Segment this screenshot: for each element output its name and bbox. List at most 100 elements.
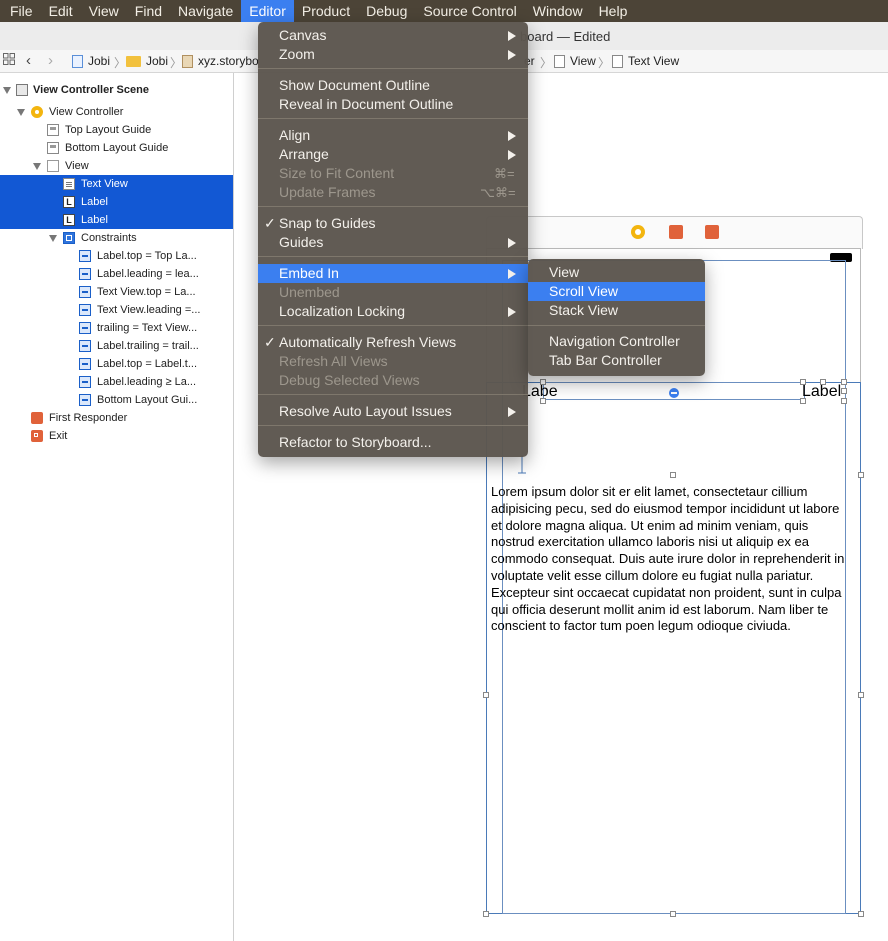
resize-handle[interactable] — [858, 692, 864, 698]
outline-row-constraints[interactable]: Constraints — [0, 229, 233, 247]
outline-row-constraint[interactable]: Bottom Layout Gui... — [0, 391, 233, 409]
menu-item-unembed[interactable]: Unembed — [258, 283, 528, 302]
outline-row-view-controller[interactable]: View Controller — [0, 103, 233, 121]
window-title: board — Edited — [520, 29, 611, 44]
menu-file[interactable]: File — [0, 0, 41, 22]
menu-item-guides[interactable]: Guides — [258, 233, 528, 252]
resize-handle[interactable] — [483, 911, 489, 917]
label-right[interactable]: Label — [802, 383, 841, 401]
menu-debug[interactable]: Debug — [358, 0, 415, 22]
label-icon: L — [63, 214, 75, 226]
submenu-item-navigation-controller[interactable]: Navigation Controller — [528, 332, 705, 351]
related-items-icon[interactable] — [3, 53, 15, 65]
outline-row-constraint[interactable]: Text View.leading =... — [0, 301, 233, 319]
menu-item-arrange[interactable]: Arrange — [258, 145, 528, 164]
menu-item-align[interactable]: Align — [258, 126, 528, 145]
menu-item-snap-to-guides[interactable]: ✓ Snap to Guides — [258, 214, 528, 233]
resize-handle[interactable] — [820, 379, 826, 385]
menu-edit[interactable]: Edit — [41, 0, 81, 22]
menu-product[interactable]: Product — [294, 0, 358, 22]
outline-row-constraint[interactable]: Label.leading = lea... — [0, 265, 233, 283]
forward-arrow-icon[interactable]: › — [48, 52, 53, 69]
resize-handle[interactable] — [483, 692, 489, 698]
submenu-item-view[interactable]: View — [528, 263, 705, 282]
menu-item-label: Reveal in Document Outline — [279, 96, 454, 112]
jump-item-label: View — [570, 54, 596, 68]
view-controller-icon — [31, 106, 43, 118]
menu-item-localization-locking[interactable]: Localization Locking — [258, 302, 528, 321]
menu-source-control[interactable]: Source Control — [415, 0, 524, 22]
menu-item-automatically-refresh-views[interactable]: ✓ Automatically Refresh Views — [258, 333, 528, 352]
menu-item-embed-in[interactable]: Embed In — [258, 264, 528, 283]
constraint-badge-icon[interactable] — [668, 387, 680, 399]
resize-handle[interactable] — [670, 911, 676, 917]
menu-item-size-to-fit-content[interactable]: Size to Fit Content ⌘= — [258, 164, 528, 183]
resize-handle[interactable] — [670, 472, 676, 478]
jump-item-view[interactable]: View — [554, 54, 596, 68]
outline-row-constraint[interactable]: Label.top = Top La... — [0, 247, 233, 265]
jump-item-group[interactable]: Jobi — [126, 54, 168, 68]
submenu-item-stack-view[interactable]: Stack View — [528, 301, 705, 320]
outline-row-constraint[interactable]: Label.leading ≥ La... — [0, 373, 233, 391]
document-outline: View Controller Scene View Controller To… — [0, 73, 234, 941]
menu-item-debug-selected-views[interactable]: Debug Selected Views — [258, 371, 528, 390]
menu-item-label: Refactor to Storyboard... — [279, 434, 432, 450]
outline-row-top-layout-guide[interactable]: Top Layout Guide — [0, 121, 233, 139]
jump-item-storyboard[interactable]: xyz.storybo — [182, 54, 259, 68]
outline-row-constraint[interactable]: Text View.top = La... — [0, 283, 233, 301]
resize-handle[interactable] — [540, 398, 546, 404]
exit-icon[interactable] — [705, 225, 719, 239]
resize-handle[interactable] — [841, 398, 847, 404]
menu-item-zoom[interactable]: Zoom — [258, 45, 528, 64]
outline-row-label-2[interactable]: L Label — [0, 211, 233, 229]
text-view-content[interactable]: Lorem ipsum dolor sit er elit lamet, con… — [491, 484, 853, 635]
outline-row-constraint[interactable]: trailing = Text View... — [0, 319, 233, 337]
menu-find[interactable]: Find — [127, 0, 170, 22]
menu-navigate[interactable]: Navigate — [170, 0, 241, 22]
project-file-icon — [72, 54, 83, 68]
resize-handle[interactable] — [800, 398, 806, 404]
constraint-icon — [79, 304, 91, 316]
resize-handle[interactable] — [841, 388, 847, 394]
menu-item-reveal-in-document-outline[interactable]: Reveal in Document Outline — [258, 95, 528, 114]
menu-window[interactable]: Window — [525, 0, 591, 22]
menu-item-resolve-auto-layout-issues[interactable]: Resolve Auto Layout Issues — [258, 402, 528, 421]
outline-row-label: View Controller Scene — [33, 84, 149, 96]
resize-handle[interactable] — [841, 379, 847, 385]
outline-row-constraint[interactable]: Label.trailing = trail... — [0, 337, 233, 355]
menu-item-refresh-all-views[interactable]: Refresh All Views — [258, 352, 528, 371]
back-arrow-icon[interactable]: ‹ — [26, 52, 31, 69]
resize-handle[interactable] — [858, 911, 864, 917]
submenu-item-tab-bar-controller[interactable]: Tab Bar Controller — [528, 351, 705, 370]
outline-row-label-1[interactable]: L Label — [0, 193, 233, 211]
menu-item-show-document-outline[interactable]: Show Document Outline — [258, 76, 528, 95]
first-responder-icon — [31, 412, 43, 424]
menu-help[interactable]: Help — [591, 0, 636, 22]
first-responder-icon[interactable] — [669, 225, 683, 239]
disclosure-triangle-icon[interactable] — [33, 163, 41, 170]
jump-item-text-view[interactable]: Text View — [612, 54, 679, 68]
outline-row-label: Label.leading = lea... — [97, 268, 199, 280]
menu-editor[interactable]: Editor — [241, 0, 294, 22]
outline-row-first-responder[interactable]: First Responder — [0, 409, 233, 427]
menu-item-label: Debug Selected Views — [279, 372, 420, 388]
jump-item-project[interactable]: Jobi — [72, 54, 110, 68]
submenu-item-scroll-view[interactable]: Scroll View — [528, 282, 705, 301]
view-controller-icon[interactable] — [631, 225, 645, 239]
resize-handle[interactable] — [540, 379, 546, 385]
outline-row-constraint[interactable]: Label.top = Label.t... — [0, 355, 233, 373]
outline-row-scene[interactable]: View Controller Scene — [0, 81, 233, 99]
resize-handle[interactable] — [800, 379, 806, 385]
outline-row-view[interactable]: View — [0, 157, 233, 175]
disclosure-triangle-icon[interactable] — [3, 87, 11, 94]
resize-handle[interactable] — [858, 472, 864, 478]
menu-item-update-frames[interactable]: Update Frames ⌥⌘= — [258, 183, 528, 202]
outline-row-bottom-layout-guide[interactable]: Bottom Layout Guide — [0, 139, 233, 157]
menu-item-canvas[interactable]: Canvas — [258, 26, 528, 45]
disclosure-triangle-icon[interactable] — [17, 109, 25, 116]
outline-row-exit[interactable]: Exit — [0, 427, 233, 445]
menu-view[interactable]: View — [81, 0, 127, 22]
disclosure-triangle-icon[interactable] — [49, 235, 57, 242]
menu-item-refactor-to-storyboard[interactable]: Refactor to Storyboard... — [258, 433, 528, 452]
outline-row-text-view[interactable]: Text View — [0, 175, 233, 193]
